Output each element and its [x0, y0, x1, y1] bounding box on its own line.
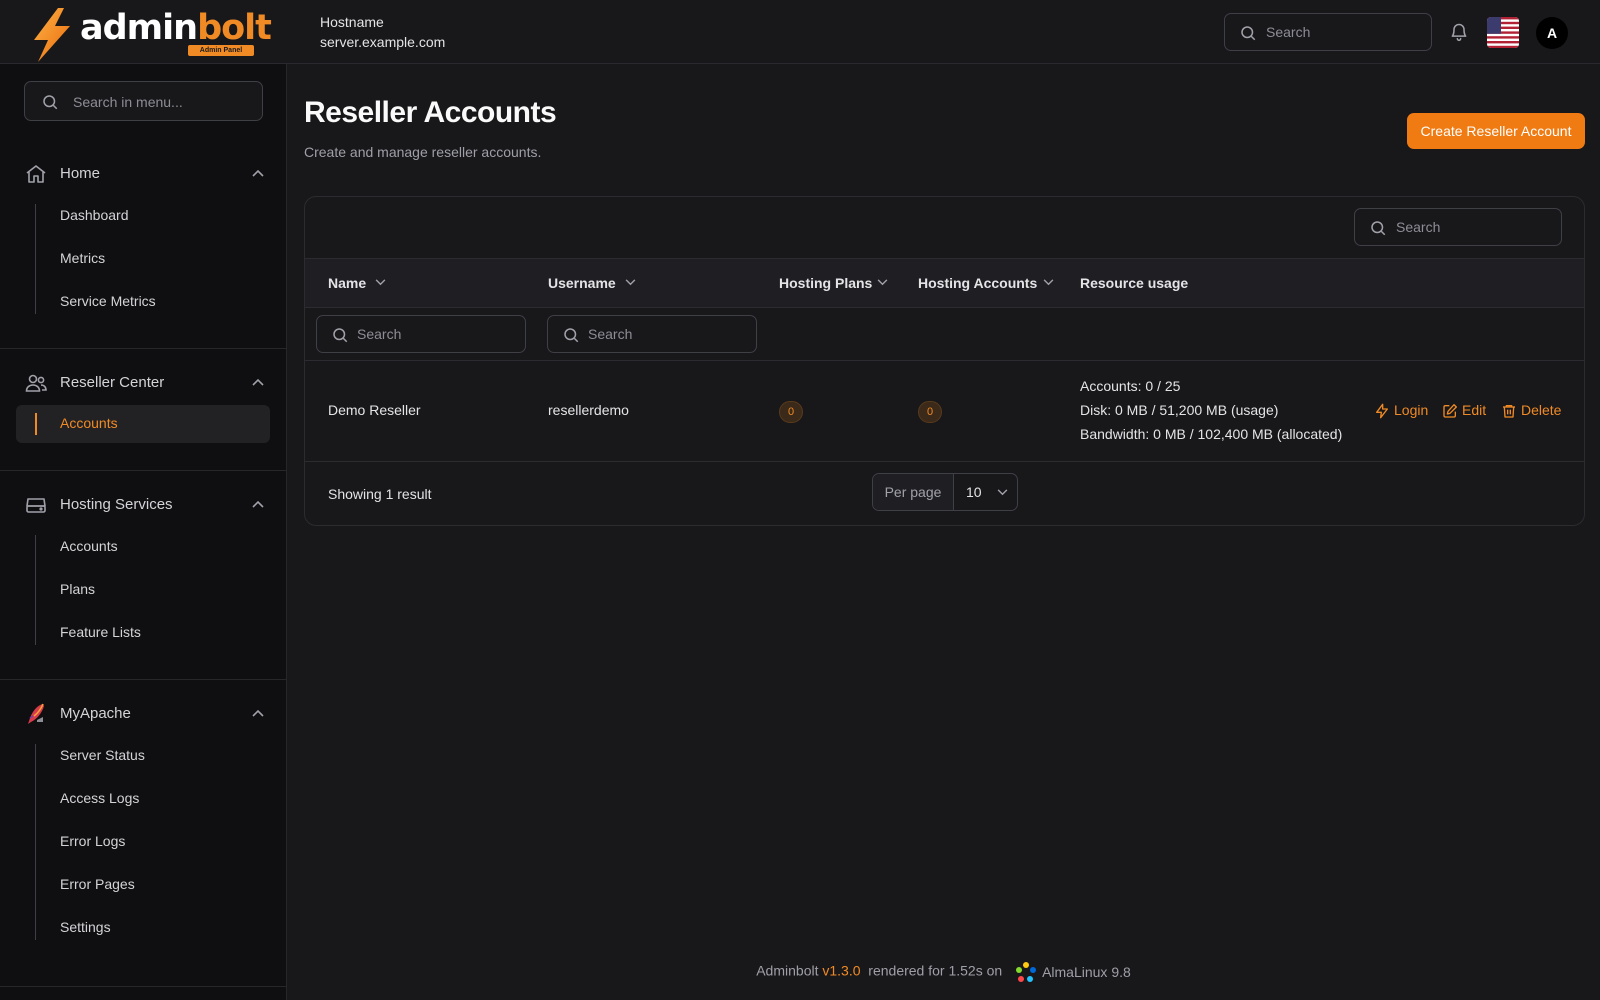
hostname-value: server.example.com: [320, 34, 446, 50]
search-icon: [1241, 26, 1256, 41]
users-icon: [25, 374, 47, 392]
per-page-select[interactable]: Per page 10: [872, 473, 1018, 511]
sidebar-group-label: Home: [60, 165, 101, 182]
column-header-hosting-accounts[interactable]: Hosting Accounts: [918, 275, 1068, 291]
usage-bandwidth: Bandwidth: 0 MB / 102,400 MB (allocated): [1080, 426, 1343, 442]
sidebar-group-hosting-header[interactable]: Hosting Services: [24, 493, 264, 517]
per-page-label: Per page: [873, 474, 954, 510]
sidebar-item-access-logs[interactable]: Access Logs: [16, 780, 270, 818]
table-search-placeholder: Search: [1396, 219, 1441, 235]
global-search-input[interactable]: Search: [1224, 13, 1432, 51]
sidebar-group-label: Hosting Services: [60, 496, 173, 513]
sidebar-item-error-logs[interactable]: Error Logs: [16, 823, 270, 861]
results-count: Showing 1 result: [328, 486, 432, 502]
usage-accounts: Accounts: 0 / 25: [1080, 378, 1181, 394]
sidebar-group-home-header[interactable]: Home: [24, 162, 264, 186]
bolt-icon: [1376, 403, 1388, 419]
sidebar-item-server-status[interactable]: Server Status: [16, 737, 270, 775]
sidebar-item-dashboard[interactable]: Dashboard: [16, 197, 270, 235]
usage-disk: Disk: 0 MB / 51,200 MB (usage): [1080, 402, 1279, 418]
sidebar-item-service-metrics[interactable]: Service Metrics: [16, 283, 270, 321]
sidebar-item-reseller-accounts[interactable]: Accounts: [16, 405, 270, 443]
row-username: resellerdemo: [548, 402, 629, 418]
edit-icon: [1443, 404, 1457, 418]
sidebar-group-reseller-header[interactable]: Reseller Center: [24, 371, 264, 395]
sidebar-divider: [0, 348, 286, 349]
page-footer: Adminbolt v1.3.0 rendered for 1.52s on A…: [287, 960, 1600, 984]
row-name: Demo Reseller: [328, 402, 421, 418]
adminbolt-logo[interactable]: adminbolt Admin Panel: [28, 6, 272, 62]
home-icon: [26, 165, 46, 183]
column-header-name[interactable]: Name: [328, 275, 398, 291]
chevron-down-icon: [375, 279, 386, 286]
sidebar-divider: [0, 470, 286, 471]
search-placeholder: Search: [1266, 24, 1311, 40]
table-row[interactable]: Demo Reseller resellerdemo 0 0 Accounts:…: [305, 361, 1584, 462]
trash-icon: [1503, 405, 1515, 418]
menu-search-input[interactable]: Search in menu...: [24, 81, 263, 121]
search-icon: [43, 95, 58, 110]
menu-search-placeholder: Search in menu...: [73, 94, 183, 110]
hosting-plans-count-badge: 0: [779, 401, 803, 423]
sidebar-group-myapache-header[interactable]: MyApache: [24, 702, 264, 726]
table-filter-row: Search Search: [305, 308, 1584, 361]
chevron-up-icon: [252, 378, 264, 386]
column-header-hosting-plans[interactable]: Hosting Plans: [779, 275, 904, 291]
per-page-value: 10: [966, 484, 982, 500]
table-header: Name Username Hosting Plans Hosting Acco…: [305, 258, 1584, 308]
server-icon: [26, 498, 46, 513]
sidebar-group-label: MyApache: [60, 705, 131, 722]
sidebar-item-metrics[interactable]: Metrics: [16, 240, 270, 278]
column-header-username[interactable]: Username: [548, 275, 648, 291]
sidebar-item-error-pages[interactable]: Error Pages: [16, 866, 270, 904]
search-icon: [333, 328, 348, 343]
bolt-logo-icon: [34, 8, 70, 62]
sidebar-item-feature-lists[interactable]: Feature Lists: [16, 614, 270, 652]
search-icon: [564, 328, 579, 343]
us-flag-icon[interactable]: [1487, 17, 1519, 48]
chevron-up-icon: [252, 709, 264, 717]
sidebar: Search in menu... Home Dashboard Metrics…: [0, 64, 287, 1000]
search-icon: [1371, 221, 1386, 236]
sidebar-group-label: Reseller Center: [60, 374, 165, 391]
chevron-down-icon: [1043, 279, 1054, 286]
chevron-up-icon: [252, 500, 264, 508]
table-footer: Showing 1 result Per page 10: [305, 462, 1584, 525]
bell-icon[interactable]: [1449, 21, 1469, 43]
hosting-accounts-count-badge: 0: [918, 401, 942, 423]
sidebar-divider: [0, 986, 286, 987]
user-avatar[interactable]: A: [1536, 17, 1568, 49]
column-header-resource-usage: Resource usage: [1080, 275, 1189, 291]
footer-rendered: rendered for 1.52s on: [868, 962, 1003, 979]
username-filter-input[interactable]: Search: [547, 315, 757, 353]
almalinux-logo-icon: [1016, 962, 1037, 982]
chevron-down-icon: [625, 279, 636, 286]
logo-badge: Admin Panel: [188, 45, 254, 56]
name-filter-input[interactable]: Search: [316, 315, 526, 353]
sidebar-item-hosting-accounts[interactable]: Accounts: [16, 528, 270, 566]
hostname-info: Hostname server.example.com: [320, 12, 445, 52]
apache-feather-icon: [28, 703, 44, 724]
sidebar-divider: [0, 679, 286, 680]
logo-wordmark: adminbolt: [80, 8, 272, 48]
reseller-accounts-table: Search Name Username Hosting Plans Hosti…: [304, 196, 1585, 526]
chevron-up-icon: [252, 169, 264, 177]
resource-usage: Accounts: 0 / 25 Disk: 0 MB / 51,200 MB …: [1080, 374, 1342, 446]
sidebar-item-settings[interactable]: Settings: [16, 909, 270, 947]
hostname-label: Hostname: [320, 14, 384, 30]
footer-product: Adminbolt: [756, 962, 819, 979]
page-subtitle: Create and manage reseller accounts.: [304, 144, 542, 160]
sidebar-item-plans[interactable]: Plans: [16, 571, 270, 609]
page-title: Reseller Accounts: [304, 96, 557, 129]
table-search-input[interactable]: Search: [1354, 208, 1562, 246]
create-reseller-account-button[interactable]: Create Reseller Account: [1407, 113, 1585, 149]
footer-os: AlmaLinux 9.8: [1042, 964, 1131, 980]
chevron-down-icon: [997, 489, 1008, 496]
chevron-down-icon: [877, 279, 888, 286]
top-bar: adminbolt Admin Panel Hostname server.ex…: [0, 0, 1600, 64]
footer-version[interactable]: v1.3.0: [822, 963, 860, 979]
